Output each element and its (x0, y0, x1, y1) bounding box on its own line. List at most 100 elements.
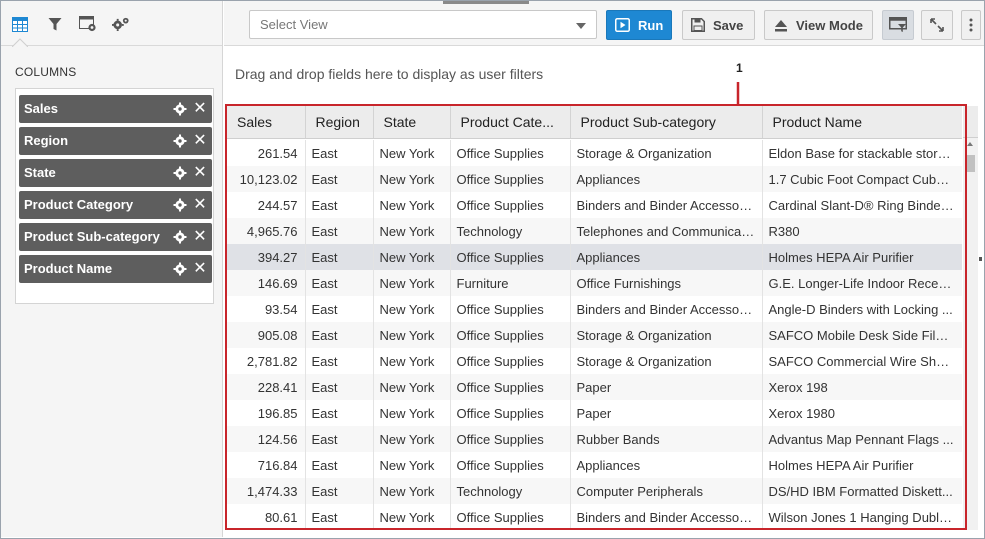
cell-sales: 228.41 (227, 374, 306, 400)
close-icon[interactable]: ✕ (193, 133, 207, 149)
column-pill-label: Product Sub-category (24, 229, 160, 244)
cell-product-sub-category: Binders and Binder Accessori... (570, 192, 763, 218)
cell-sales: 905.08 (227, 322, 306, 348)
table-row[interactable]: 146.69 East New York Furniture Office Furnis… (227, 270, 962, 296)
close-icon[interactable]: ✕ (193, 101, 207, 117)
cell-sales: 124.56 (227, 426, 306, 452)
column-pill-state[interactable]: State ✕ (19, 159, 212, 187)
table-row[interactable]: 124.56 East New York Office Supplies Rubber … (227, 426, 962, 452)
save-button[interactable]: Save (682, 10, 755, 40)
cell-product-name: Angle-D Binders with Locking ... (762, 296, 962, 322)
data-table: Sales Region State Product Cate... Produ… (227, 106, 962, 528)
table-row[interactable]: 2,781.82 East New York Office Supplies Stora… (227, 348, 962, 374)
cell-state: New York (373, 218, 451, 244)
column-pill-product-sub-category[interactable]: Product Sub-category ✕ (19, 223, 212, 251)
close-icon[interactable]: ✕ (193, 165, 207, 181)
column-header-product-category[interactable]: Product Cate... (450, 106, 571, 139)
column-pill-product-name[interactable]: Product Name ✕ (19, 255, 212, 283)
scroll-thumb[interactable] (966, 155, 975, 172)
cell-region: East (305, 270, 374, 296)
column-pill-sales[interactable]: Sales ✕ (19, 95, 212, 123)
filter-panel-button[interactable] (882, 10, 914, 40)
cell-product-category: Office Supplies (450, 400, 571, 426)
table-row[interactable]: 4,965.76 East New York Technology Telephones… (227, 218, 962, 244)
table-row[interactable]: 93.54 East New York Office Supplies Binders … (227, 296, 962, 322)
filter-panel-icon (889, 17, 907, 32)
scroll-up-icon[interactable] (967, 142, 973, 146)
cell-region: East (305, 374, 374, 400)
cell-product-sub-category: Paper (570, 400, 763, 426)
cell-state: New York (373, 452, 451, 478)
gear-icon[interactable] (173, 166, 187, 180)
left-panel: COLUMNS Sales ✕ Region ✕ State ✕ Product… (1, 1, 223, 537)
column-header-product-name[interactable]: Product Name (762, 106, 962, 139)
table-row[interactable]: 716.84 East New York Office Supplies Applian… (227, 452, 962, 478)
column-pill-product-category[interactable]: Product Category ✕ (19, 191, 212, 219)
cell-product-category: Office Supplies (450, 140, 571, 166)
table-row[interactable]: 261.54 East New York Office Supplies Storage… (227, 140, 962, 166)
run-button[interactable]: Run (606, 10, 672, 40)
gear-icon[interactable] (173, 230, 187, 244)
cell-product-sub-category: Computer Peripherals (570, 478, 763, 504)
cell-sales: 196.85 (227, 400, 306, 426)
vertical-scrollbar[interactable] (963, 138, 978, 530)
view-settings-icon[interactable] (79, 15, 97, 33)
cell-product-category: Office Supplies (450, 244, 571, 270)
close-icon[interactable]: ✕ (193, 261, 207, 277)
cell-product-sub-category: Storage & Organization (570, 348, 763, 374)
gear-icon[interactable] (173, 134, 187, 148)
column-header-sales[interactable]: Sales (227, 106, 306, 139)
column-header-state[interactable]: State (373, 106, 451, 139)
table-row[interactable]: 244.57 East New York Office Supplies Binders… (227, 192, 962, 218)
cell-state: New York (373, 426, 451, 452)
table-row[interactable]: 80.61 East New York Office Supplies Binders … (227, 504, 962, 528)
close-icon[interactable]: ✕ (193, 197, 207, 213)
gear-icon[interactable] (173, 198, 187, 212)
table-icon[interactable] (11, 15, 29, 33)
cell-state: New York (373, 140, 451, 166)
cell-state: New York (373, 400, 451, 426)
user-filter-dropzone[interactable]: Drag and drop fields here to display as … (235, 66, 543, 82)
cell-state: New York (373, 478, 451, 504)
cell-product-category: Office Supplies (450, 504, 571, 528)
gear-icon[interactable] (173, 262, 187, 276)
cell-state: New York (373, 192, 451, 218)
table-row[interactable]: 1,474.33 East New York Technology Computer P… (227, 478, 962, 504)
cell-sales: 394.27 (227, 244, 306, 270)
cell-sales: 4,965.76 (227, 218, 306, 244)
table-row[interactable]: 228.41 East New York Office Supplies Paper Xe… (227, 374, 962, 400)
table-row[interactable]: 394.27 East New York Office Supplies Applian… (227, 244, 962, 270)
select-view-placeholder: Select View (260, 17, 328, 32)
active-tab-notch (12, 38, 28, 47)
table-row[interactable]: 196.85 East New York Office Supplies Paper Xe… (227, 400, 962, 426)
more-icon (969, 18, 973, 32)
expand-button[interactable] (921, 10, 953, 40)
cell-product-sub-category: Telephones and Communicat... (570, 218, 763, 244)
topbar-marker (443, 1, 529, 4)
column-header-product-sub-category[interactable]: Product Sub-category (570, 106, 763, 139)
cell-region: East (305, 218, 374, 244)
cell-product-category: Office Supplies (450, 452, 571, 478)
cell-product-name: SAFCO Commercial Wire Shelv... (762, 348, 962, 374)
cell-region: East (305, 348, 374, 374)
gear-icon[interactable] (173, 102, 187, 116)
cell-product-name: R380 (762, 218, 962, 244)
view-mode-button[interactable]: View Mode (764, 10, 873, 40)
more-button[interactable] (961, 10, 981, 40)
cell-product-sub-category: Storage & Organization (570, 140, 763, 166)
save-icon (691, 18, 705, 32)
close-icon[interactable]: ✕ (193, 229, 207, 245)
cell-product-name: Holmes HEPA Air Purifier (762, 452, 962, 478)
filter-icon[interactable] (46, 15, 64, 33)
column-pill-region[interactable]: Region ✕ (19, 127, 212, 155)
column-pill-label: Region (24, 133, 69, 148)
header-row: Sales Region State Product Cate... Produ… (227, 106, 962, 139)
table-row[interactable]: 10,123.02 East New York Office Supplies Appl… (227, 166, 962, 192)
save-label: Save (713, 17, 744, 33)
cell-sales: 93.54 (227, 296, 306, 322)
cell-product-category: Office Supplies (450, 166, 571, 192)
table-row[interactable]: 905.08 East New York Office Supplies Storage… (227, 322, 962, 348)
column-header-region[interactable]: Region (305, 106, 374, 139)
settings-gears-icon[interactable] (112, 15, 130, 33)
select-view-dropdown[interactable]: Select View (249, 10, 597, 39)
